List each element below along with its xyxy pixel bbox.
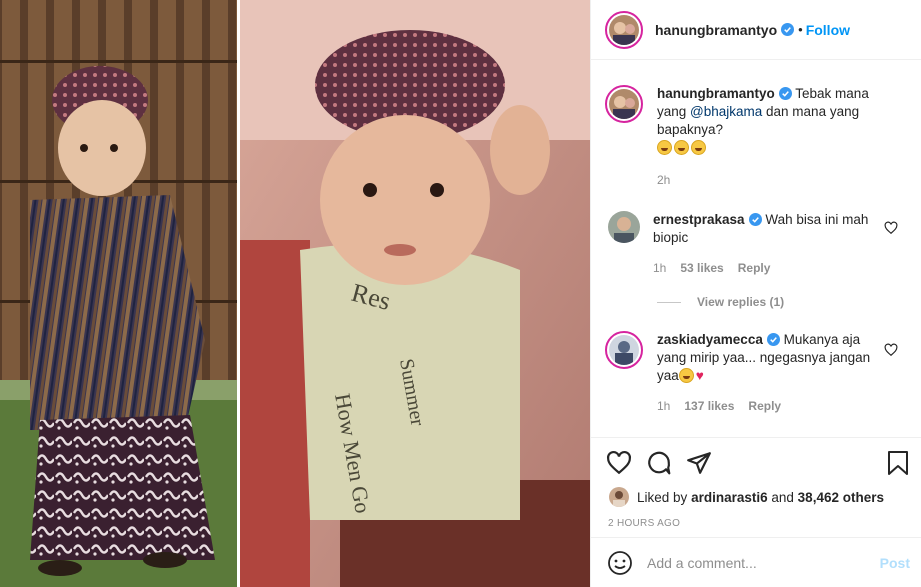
- comment-time[interactable]: 1h: [653, 259, 666, 277]
- comment-time[interactable]: 1h: [657, 397, 670, 415]
- avatar-image: [609, 89, 639, 119]
- comment-likes[interactable]: 53 likes: [680, 259, 723, 277]
- instagram-post: Res How Men Go Summer hanungbramantyo • …: [0, 0, 921, 587]
- caption-body: hanungbramantyo Tebak mana yang @bhajkam…: [657, 85, 879, 189]
- liked-by-prefix: Liked by: [637, 489, 688, 505]
- comment-meta: 1h 53 likes Reply: [653, 259, 875, 277]
- comment-username[interactable]: ernestprakasa: [653, 212, 745, 227]
- liked-by: Liked by ardinarasti6 and 38,462 others: [609, 487, 884, 507]
- post-timestamp[interactable]: 2 HOURS AGO: [608, 518, 680, 529]
- follow-button[interactable]: Follow: [806, 22, 850, 38]
- liker-avatar[interactable]: [609, 487, 629, 507]
- heart-icon[interactable]: [606, 450, 632, 476]
- post-image[interactable]: Res How Men Go Summer: [0, 0, 590, 587]
- action-icons: [606, 450, 712, 476]
- avatar-image: [609, 335, 639, 365]
- post-actions: Liked by ardinarasti6 and 38,462 others …: [591, 437, 921, 537]
- comment-body: zaskiadyamecca Mukanya aja yang mirip ya…: [657, 331, 879, 415]
- add-comment-bar: Add a comment... Post: [591, 537, 921, 587]
- comment-meta: 1h 137 likes Reply: [657, 397, 879, 415]
- verified-badge-icon: [766, 333, 780, 346]
- comment-like-heart-icon[interactable]: [884, 343, 898, 357]
- author-avatar[interactable]: [605, 10, 643, 49]
- comment-body: ernestprakasa Wah bisa ini mah biopic 1h…: [653, 211, 875, 277]
- caption-time[interactable]: 2h: [657, 171, 670, 189]
- author-username[interactable]: hanungbramantyo: [655, 22, 777, 38]
- view-replies-label: View replies (1): [697, 295, 785, 309]
- caption-meta: 2h: [657, 171, 879, 189]
- comment-item: ernestprakasa Wah bisa ini mah biopic 1h…: [605, 211, 910, 277]
- comment-username[interactable]: zaskiadyamecca: [657, 332, 763, 347]
- smiley-icon[interactable]: [607, 550, 633, 576]
- commenter-avatar[interactable]: [608, 211, 640, 243]
- bookmark-icon[interactable]: [886, 450, 910, 476]
- avatar-image: [609, 14, 639, 45]
- reply-button[interactable]: Reply: [748, 397, 781, 415]
- caption-avatar[interactable]: [605, 85, 643, 123]
- comment-like-heart-icon[interactable]: [884, 221, 898, 235]
- verified-badge-icon: [778, 87, 792, 100]
- red-heart-emoji-icon: ♥: [695, 368, 704, 383]
- commenter-avatar[interactable]: [605, 331, 643, 369]
- verified-badge-icon: [781, 23, 795, 36]
- reply-button[interactable]: Reply: [738, 259, 771, 277]
- caption: hanungbramantyo Tebak mana yang @bhajkam…: [605, 85, 910, 189]
- laughing-emoji-icon: [678, 368, 694, 383]
- comment-likes[interactable]: 137 likes: [684, 397, 734, 415]
- separator-dot: •: [798, 22, 803, 37]
- liked-by-user[interactable]: ardinarasti6: [691, 490, 768, 505]
- post-sidebar: hanungbramantyo • Follow hanungbramantyo…: [590, 0, 921, 587]
- paper-plane-icon[interactable]: [686, 450, 712, 476]
- post-header: hanungbramantyo • Follow: [591, 0, 921, 60]
- liked-by-and: and: [771, 489, 794, 505]
- comment-item: zaskiadyamecca Mukanya aja yang mirip ya…: [605, 331, 910, 415]
- caption-username[interactable]: hanungbramantyo: [657, 86, 775, 101]
- post-comment-button[interactable]: Post: [880, 555, 910, 571]
- replies-divider-line: [657, 301, 681, 303]
- comment-icon[interactable]: [646, 450, 672, 476]
- verified-badge-icon: [748, 213, 762, 226]
- laughing-emoji-icon: [657, 140, 708, 155]
- view-replies-button[interactable]: View replies (1): [657, 295, 784, 309]
- collage-photo: Res How Men Go Summer: [0, 0, 590, 587]
- comment-input[interactable]: Add a comment...: [647, 555, 880, 571]
- likes-count[interactable]: 38,462 others: [798, 490, 884, 505]
- caption-mention[interactable]: @bhajkama: [690, 104, 762, 119]
- comments-section: hanungbramantyo Tebak mana yang @bhajkam…: [591, 61, 921, 437]
